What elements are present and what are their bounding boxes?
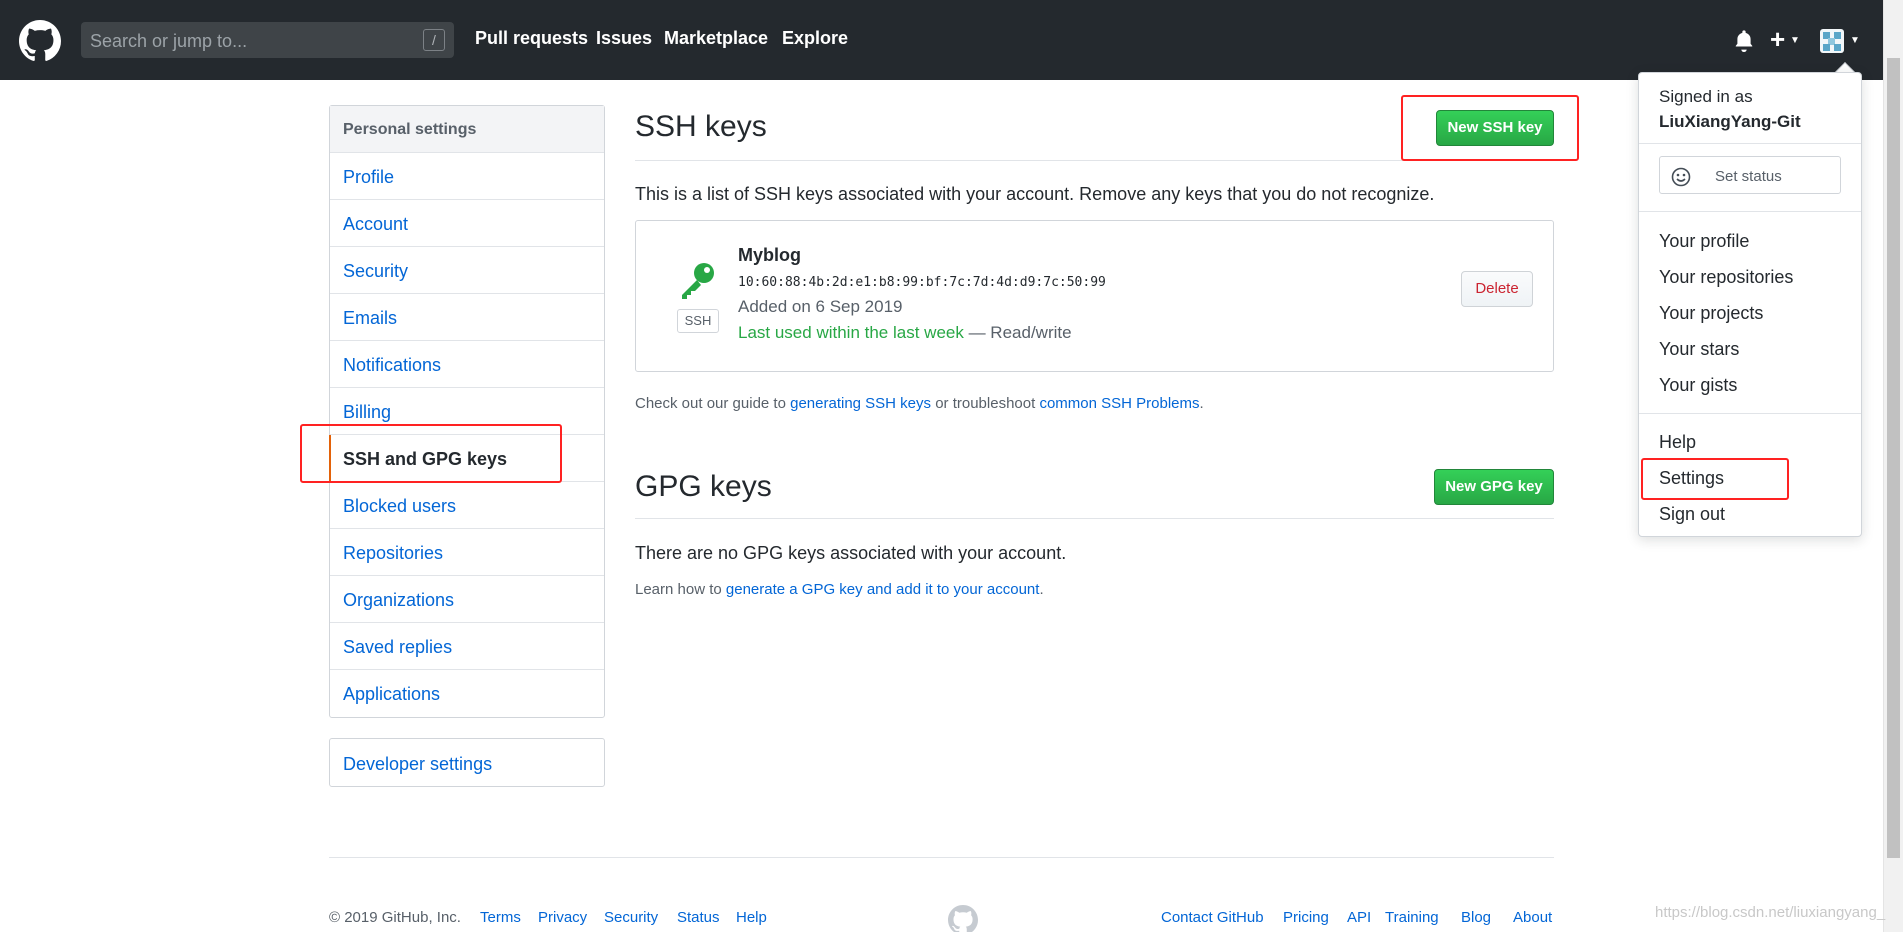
search-placeholder: Search or jump to... xyxy=(90,31,248,51)
scrollbar-thumb[interactable] xyxy=(1887,58,1900,858)
menu-your-stars[interactable]: Your stars xyxy=(1659,339,1739,360)
ssh-key-fingerprint: 10:60:88:4b:2d:e1:b8:99:bf:7c:7d:4d:d9:7… xyxy=(738,275,1106,290)
footer-link-terms[interactable]: Terms xyxy=(480,909,521,926)
footer-link-status[interactable]: Status xyxy=(677,909,720,926)
footer-link-privacy[interactable]: Privacy xyxy=(538,909,587,926)
footer-copyright: © 2019 GitHub, Inc. xyxy=(329,909,461,926)
footer-link-blog[interactable]: Blog xyxy=(1461,909,1491,926)
dropdown-divider xyxy=(1639,143,1861,144)
menu-help[interactable]: Help xyxy=(1659,432,1696,453)
ssh-key-added-date: Added on 6 Sep 2019 xyxy=(738,297,903,316)
search-input[interactable]: Search or jump to... / xyxy=(81,22,454,58)
annotation-box-settings xyxy=(1641,458,1789,500)
nav-pull-requests[interactable]: Pull requests xyxy=(475,28,588,49)
footer-link-api[interactable]: API xyxy=(1347,909,1371,926)
create-new-plus-icon[interactable]: + xyxy=(1770,25,1785,53)
ssh-description: This is a list of SSH keys associated wi… xyxy=(635,184,1435,204)
sidebar-item-organizations[interactable]: Organizations xyxy=(330,576,604,623)
gpg-learn-text: Learn how to generate a GPG key and add … xyxy=(635,581,1044,598)
set-status-button[interactable]: Set status xyxy=(1659,156,1841,194)
ssh-key-item: SSH Myblog 10:60:88:4b:2d:e1:b8:99:bf:7c… xyxy=(635,220,1554,372)
nav-explore[interactable]: Explore xyxy=(782,28,848,49)
footer-link-security[interactable]: Security xyxy=(604,909,658,926)
user-avatar[interactable] xyxy=(1820,29,1844,53)
github-logo-icon[interactable] xyxy=(19,20,61,62)
new-gpg-key-button[interactable]: New GPG key xyxy=(1434,469,1554,505)
smiley-icon xyxy=(1671,167,1691,187)
signed-in-label: Signed in as xyxy=(1659,87,1753,106)
ssh-key-last-used: Last used within the last week — Read/wr… xyxy=(738,323,1072,343)
delete-ssh-key-button[interactable]: Delete xyxy=(1461,271,1533,307)
annotation-box-ssh-gpg-keys xyxy=(300,424,562,483)
notifications-bell-icon[interactable] xyxy=(1733,30,1755,52)
dropdown-divider xyxy=(1639,211,1861,212)
signed-in-username: LiuXiangYang-Git xyxy=(1659,112,1801,131)
ssh-badge: SSH xyxy=(677,309,719,333)
menu-your-profile[interactable]: Your profile xyxy=(1659,231,1749,252)
ssh-key-name: Myblog xyxy=(738,245,801,265)
sidebar-item-notifications[interactable]: Notifications xyxy=(330,341,604,388)
ssh-keys-heading: SSH keys xyxy=(635,110,767,143)
annotation-box-new-ssh-key xyxy=(1401,95,1579,161)
footer-link-pricing[interactable]: Pricing xyxy=(1283,909,1329,926)
gpg-empty-message: There are no GPG keys associated with yo… xyxy=(635,543,1067,563)
top-header: Search or jump to... / Pull requests Iss… xyxy=(0,0,1883,80)
nav-issues[interactable]: Issues xyxy=(596,28,652,49)
page-scrollbar[interactable] xyxy=(1883,0,1903,932)
gpg-learn-prefix: Learn how to xyxy=(635,581,726,598)
ssh-guide-middle: or troubleshoot xyxy=(931,395,1040,412)
gpg-learn-suffix: . xyxy=(1039,581,1044,598)
nav-marketplace[interactable]: Marketplace xyxy=(664,28,768,49)
footer-divider xyxy=(329,857,1554,858)
common-ssh-problems-link[interactable]: common SSH Problems xyxy=(1039,395,1199,412)
gpg-keys-heading: GPG keys xyxy=(635,470,772,503)
sidebar-item-security[interactable]: Security xyxy=(330,247,604,294)
menu-your-projects[interactable]: Your projects xyxy=(1659,303,1763,324)
create-caret-icon[interactable]: ▼ xyxy=(1790,35,1800,46)
last-used-text: Last used within the last week xyxy=(738,323,964,342)
sidebar-heading: Personal settings xyxy=(330,106,604,153)
ssh-guide-text: Check out our guide to generating SSH ke… xyxy=(635,395,1204,412)
generating-ssh-keys-link[interactable]: generating SSH keys xyxy=(790,395,931,412)
access-level-text: — Read/write xyxy=(963,323,1072,342)
key-icon xyxy=(682,263,714,299)
watermark-text: https://blog.csdn.net/liuxiangyang_ xyxy=(1655,904,1886,921)
sidebar-item-blocked-users[interactable]: Blocked users xyxy=(330,482,604,529)
gpg-divider xyxy=(635,518,1554,519)
menu-your-repositories[interactable]: Your repositories xyxy=(1659,267,1793,288)
dropdown-divider xyxy=(1639,413,1861,414)
sidebar-item-saved-replies[interactable]: Saved replies xyxy=(330,623,604,670)
sidebar-item-profile[interactable]: Profile xyxy=(330,153,604,200)
sidebar-item-applications[interactable]: Applications xyxy=(330,670,604,717)
menu-your-gists[interactable]: Your gists xyxy=(1659,375,1737,396)
ssh-guide-prefix: Check out our guide to xyxy=(635,395,791,412)
ssh-guide-suffix: . xyxy=(1199,395,1204,412)
developer-settings-link[interactable]: Developer settings xyxy=(329,738,605,787)
sidebar-item-emails[interactable]: Emails xyxy=(330,294,604,341)
avatar-caret-icon[interactable]: ▼ xyxy=(1850,35,1860,46)
sidebar-item-repositories[interactable]: Repositories xyxy=(330,529,604,576)
settings-sidebar: Personal settings Profile Account Securi… xyxy=(329,105,605,718)
footer-link-about[interactable]: About xyxy=(1513,909,1552,926)
sidebar-item-account[interactable]: Account xyxy=(330,200,604,247)
footer-link-training[interactable]: Training xyxy=(1385,909,1439,926)
footer-link-contact[interactable]: Contact GitHub xyxy=(1161,909,1264,926)
search-shortcut-key: / xyxy=(423,29,445,51)
footer-link-help[interactable]: Help xyxy=(736,909,767,926)
github-footer-mark-icon[interactable] xyxy=(948,905,978,932)
menu-sign-out[interactable]: Sign out xyxy=(1659,504,1725,525)
generate-gpg-key-link[interactable]: generate a GPG key and add it to your ac… xyxy=(726,581,1040,598)
set-status-label: Set status xyxy=(1715,168,1782,185)
